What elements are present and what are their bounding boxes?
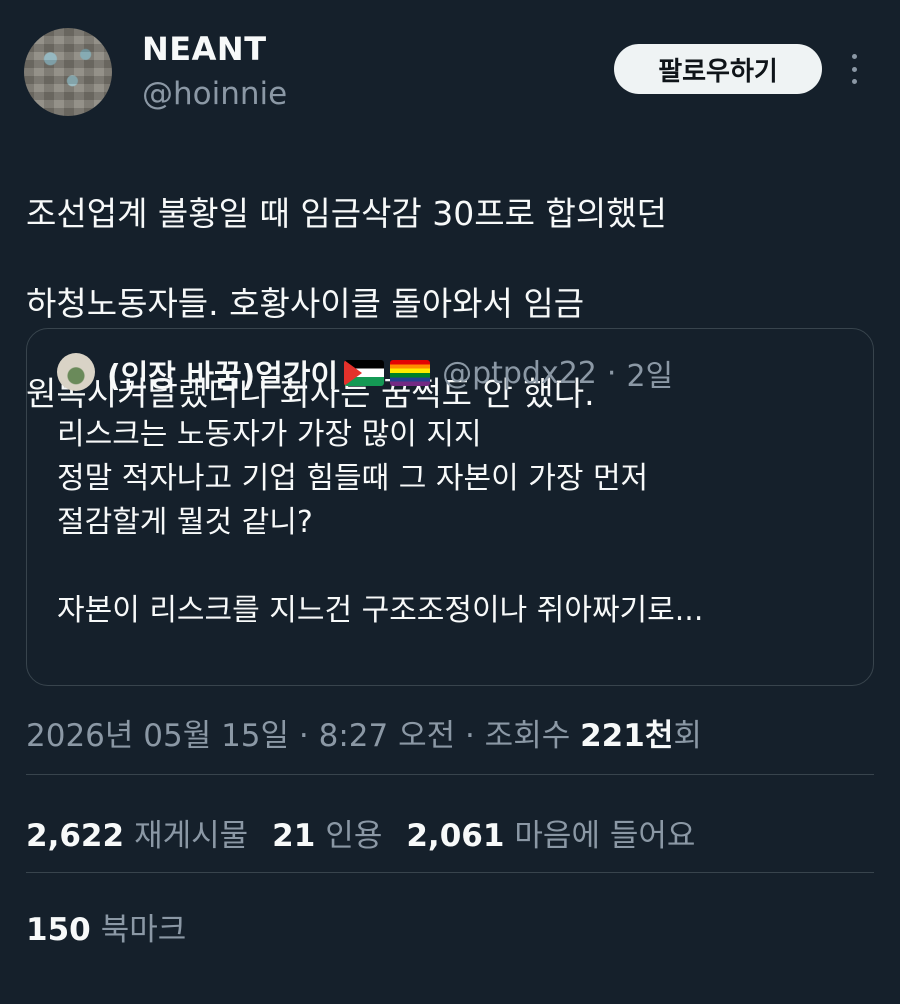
tweet-timestamp: 2026년 05월 15일 · 8:27 오전 · 조회수 221천회: [26, 710, 702, 755]
quoted-line: 절감할게 뭘것 같니?: [57, 505, 313, 540]
quoted-meta-separator: ·: [606, 355, 617, 391]
likes-label: 마음에 들어요: [514, 818, 696, 854]
divider: [26, 774, 874, 775]
more-options-icon[interactable]: [846, 54, 862, 84]
quoted-author-name: (인장 바꿈)얼간이: [107, 359, 339, 394]
quoted-tweet-body: 리스크는 노동자가 가장 많이 지지 정말 적자나고 기업 힘들때 그 자본이 …: [57, 413, 857, 633]
quoted-author-avatar: [57, 353, 95, 391]
quoted-line: 정말 적자나고 기업 힘들때 그 자본이 가장 먼저: [57, 461, 649, 496]
likes-count: 2,061: [406, 818, 505, 854]
tweet-header: NEANT @hoinnie 팔로우하기: [24, 28, 876, 118]
quoted-line: 리스크는 노동자가 가장 많이 지지: [57, 417, 482, 452]
retweets-label: 재게시물: [134, 818, 249, 854]
bookmarks-label: 북마크: [100, 912, 187, 948]
views-count[interactable]: 221천: [580, 718, 673, 754]
bookmarks-stat[interactable]: 150 북마크: [26, 904, 186, 949]
author-avatar[interactable]: [24, 28, 112, 116]
bookmarks-count: 150: [26, 912, 91, 948]
timestamp-text[interactable]: 2026년 05월 15일 · 8:27 오전 · 조회수: [26, 718, 580, 754]
views-suffix: 회: [673, 718, 702, 754]
quoted-tweet-header: (인장 바꿈)얼간이 @ptpdx22 · 2일: [107, 351, 673, 395]
likes-stat[interactable]: 2,061 마음에 들어요: [406, 810, 695, 855]
quotes-label: 인용: [325, 818, 383, 854]
engagement-stats: 2,622 재게시물 21 인용 2,061 마음에 들어요: [26, 810, 719, 855]
tweet-line: 조선업계 불황일 때 임금삭감 30프로 합의했던: [26, 194, 667, 233]
rainbow-flag-icon: [390, 360, 431, 386]
author-handle[interactable]: @hoinnie: [142, 76, 287, 112]
retweets-stat[interactable]: 2,622 재게시물: [26, 810, 248, 855]
retweets-count: 2,622: [26, 818, 125, 854]
quoted-tweet-time: 2일: [626, 359, 674, 394]
palestine-flag-icon: [344, 360, 385, 386]
follow-button[interactable]: 팔로우하기: [614, 44, 822, 94]
quoted-tweet[interactable]: (인장 바꿈)얼간이 @ptpdx22 · 2일 리스크는 노동자가 가장 많이…: [26, 328, 874, 686]
divider: [26, 872, 874, 873]
quoted-line: [57, 545, 857, 589]
quotes-count: 21: [272, 818, 316, 854]
author-name[interactable]: NEANT: [142, 30, 267, 68]
tweet-line: 하청노동자들. 호황사이클 돌아와서 임금: [26, 284, 585, 323]
quoted-line: 자본이 리스크를 지느건 구조조정이나 쥐아짜기로...: [57, 593, 704, 628]
quotes-stat[interactable]: 21 인용: [272, 810, 382, 855]
quoted-author-handle: @ptpdx22: [442, 355, 597, 391]
